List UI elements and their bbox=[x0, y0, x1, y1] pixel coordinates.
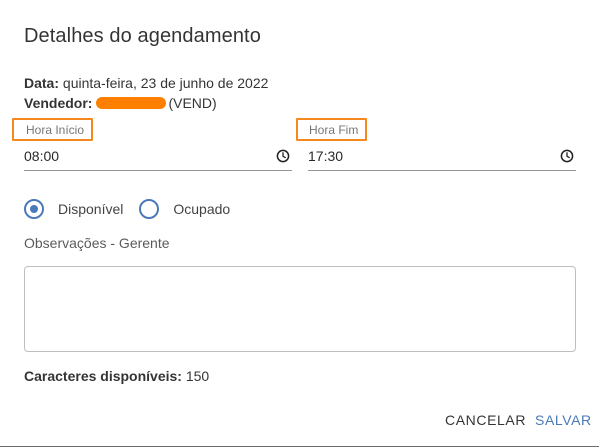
date-label: Data: bbox=[24, 75, 60, 91]
save-button[interactable]: SALVAR bbox=[535, 412, 592, 428]
dialog-title: Detalhes do agendamento bbox=[24, 25, 261, 47]
redacted-seller-name bbox=[96, 97, 167, 109]
end-time-label: Hora Fim bbox=[296, 118, 368, 141]
radio-ocupado[interactable]: Ocupado bbox=[139, 199, 230, 219]
chars-remaining: Caracteres disponíveis: 150 bbox=[24, 368, 209, 384]
end-time-input[interactable]: 17:30 bbox=[308, 146, 576, 171]
seller-label: Vendedor: bbox=[24, 95, 93, 111]
notes-textarea[interactable] bbox=[24, 266, 576, 352]
chars-remaining-label: Caracteres disponíveis: bbox=[24, 368, 182, 384]
start-time-input[interactable]: 08:00 bbox=[24, 146, 292, 171]
appointment-dialog: Detalhes do agendamento Data: quinta-fei… bbox=[0, 0, 599, 447]
radio-unchecked-icon[interactable] bbox=[139, 199, 160, 219]
availability-radio-group: Disponível Ocupado bbox=[24, 199, 230, 219]
start-time-label: Hora Início bbox=[12, 118, 94, 141]
radio-ocupado-label[interactable]: Ocupado bbox=[173, 201, 230, 217]
end-time-value: 17:30 bbox=[308, 148, 344, 164]
date-info: Data: quinta-feira, 23 de junho de 2022 bbox=[24, 75, 268, 91]
radio-checked-icon[interactable] bbox=[24, 199, 44, 219]
seller-info: Vendedor: (VEND) bbox=[24, 95, 217, 111]
start-time-value: 08:00 bbox=[24, 148, 60, 164]
cancel-button[interactable]: CANCELAR bbox=[445, 412, 526, 428]
chars-remaining-value: 150 bbox=[185, 368, 210, 384]
radio-disponivel[interactable]: Disponível bbox=[24, 199, 123, 219]
date-value: quinta-feira, 23 de junho de 2022 bbox=[62, 75, 269, 91]
radio-disponivel-label[interactable]: Disponível bbox=[58, 201, 123, 217]
clock-icon[interactable] bbox=[276, 149, 290, 163]
notes-label: Observações - Gerente bbox=[24, 235, 170, 251]
seller-suffix: (VEND) bbox=[168, 95, 217, 111]
clock-icon[interactable] bbox=[560, 149, 574, 163]
